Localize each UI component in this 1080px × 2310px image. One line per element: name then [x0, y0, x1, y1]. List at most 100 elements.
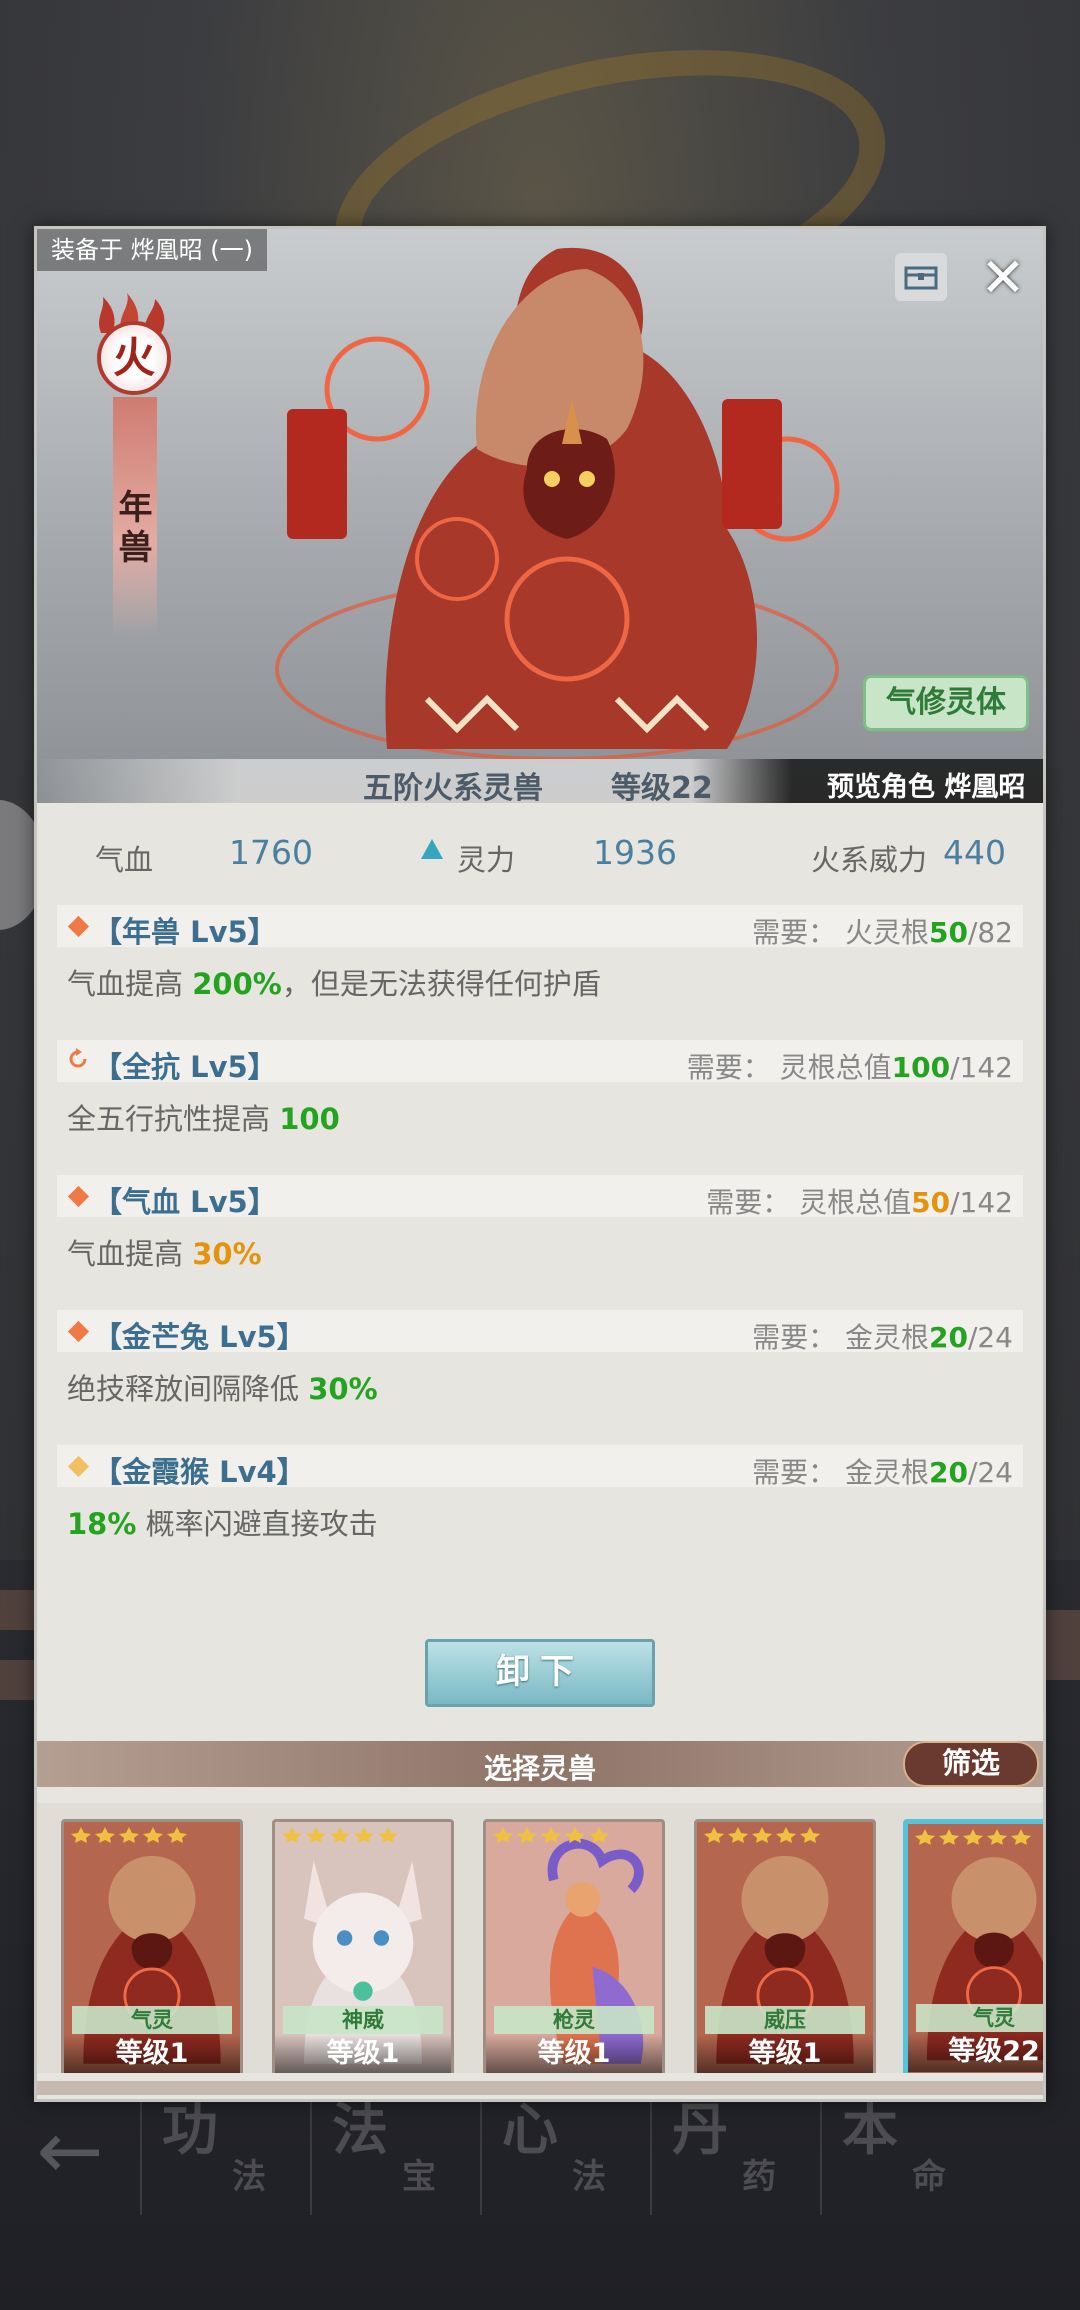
star-icon	[915, 1829, 935, 1845]
beast-card-selected[interactable]: 气灵 等级22	[903, 1819, 1043, 2073]
requirement-current: 20	[928, 1321, 968, 1354]
card-level: 等级1	[486, 2034, 662, 2073]
star-icon	[541, 1827, 561, 1843]
close-icon: ✕	[980, 245, 1026, 309]
skill-description: 气血提高 30%	[57, 1231, 1023, 1273]
card-type: 枪灵	[494, 2006, 654, 2034]
nav-tab: 功法	[140, 2085, 310, 2215]
hp-value: 1760	[229, 833, 313, 872]
skill-description: 全五行抗性提高 100	[57, 1096, 1023, 1138]
skill-entry: 【气血 Lv5】 需要： 灵根总值50/142 气血提高 30%	[57, 1175, 1023, 1273]
requirement-label: 需要： 灵根总值	[706, 1186, 912, 1219]
desc-value: 30%	[192, 1237, 262, 1271]
beast-card-list[interactable]: 气灵 等级1 神威 等级1 枪灵 等级1 威压 等级1 气灵 等级22	[37, 1803, 1043, 2073]
beast-rank: 五阶火系灵兽	[363, 771, 543, 803]
star-icon	[728, 1827, 748, 1843]
beast-card[interactable]: 枪灵 等级1	[483, 1819, 665, 2073]
desc-text: 气血提高	[67, 1237, 193, 1271]
card-level: 等级1	[275, 2034, 451, 2073]
star-icon	[71, 1827, 91, 1843]
requirement-label: 需要： 金灵根	[752, 1456, 929, 1489]
skill-name: 【全抗 Lv5】	[93, 1050, 277, 1084]
skill-description: 绝技释放间隔降低 30%	[57, 1366, 1023, 1408]
card-type: 神威	[283, 2006, 443, 2034]
card-type: 威压	[705, 2006, 865, 2034]
nav-tab: 本命	[820, 2085, 990, 2215]
skill-header: 【金霞猴 Lv4】 需要： 金灵根20/24	[57, 1445, 1023, 1489]
card-level: 等级22	[908, 2032, 1043, 2072]
refresh-icon	[69, 1048, 87, 1068]
card-stars	[914, 1828, 1032, 1848]
nav-tab: 法宝	[310, 2085, 480, 2215]
filter-button[interactable]: 筛选	[903, 1741, 1039, 1787]
skill-name: 【气血 Lv5】	[93, 1185, 277, 1219]
star-icon	[565, 1827, 585, 1843]
desc-value: 30%	[308, 1372, 378, 1406]
equipped-on-label: 装备于 烨凰昭 (一)	[37, 229, 267, 271]
star-icon	[987, 1829, 1007, 1845]
element-tag: 火 年兽	[77, 289, 189, 639]
select-beast-bar: 选择灵兽 筛选	[37, 1741, 1043, 1787]
element-badge: 火	[97, 321, 171, 395]
skill-description: 18% 概率闪避直接攻击	[57, 1501, 1023, 1543]
beast-info-bar: 五阶火系灵兽 等级22 预览角色 烨凰昭	[37, 759, 1043, 803]
nav-tab-small: 法	[232, 2157, 266, 2197]
card-type: 气灵	[916, 2004, 1043, 2032]
nav-tab-small: 药	[742, 2157, 776, 2197]
card-stars	[70, 1826, 188, 1846]
skill-entry: 【全抗 Lv5】 需要： 灵根总值100/142 全五行抗性提高 100	[57, 1040, 1023, 1138]
requirement-total: /142	[950, 1051, 1013, 1084]
desc-text: ，但是无法获得任何护盾	[281, 967, 601, 1001]
star-icon	[354, 1827, 374, 1843]
star-icon	[95, 1827, 115, 1843]
diamond-icon	[67, 915, 90, 938]
star-icon	[776, 1827, 796, 1843]
star-icon	[517, 1827, 537, 1843]
skill-entry: 【金霞猴 Lv4】 需要： 金灵根20/24 18% 概率闪避直接攻击	[57, 1445, 1023, 1543]
stats-row: 气血 1760 灵力 1936 火系威力 440	[37, 813, 1043, 903]
star-icon	[119, 1827, 139, 1843]
star-icon	[330, 1827, 350, 1843]
card-stars	[703, 1826, 821, 1846]
skill-requirement: 需要： 火灵根50/82	[752, 911, 1013, 951]
beast-card[interactable]: 威压 等级1	[694, 1819, 876, 2073]
requirement-label: 需要： 灵根总值	[686, 1051, 892, 1084]
skill-name: 【金霞猴 Lv4】	[93, 1455, 306, 1489]
desc-text: 绝技释放间隔降低	[67, 1372, 309, 1406]
skill-header: 【金芒兔 Lv5】 需要： 金灵根20/24	[57, 1310, 1023, 1354]
panel-bottom-edge	[37, 2081, 1043, 2095]
desc-text: 全五行抗性提高	[67, 1102, 280, 1136]
beast-level: 等级22	[611, 771, 713, 803]
requirement-current: 20	[928, 1456, 968, 1489]
skill-requirement: 需要： 金灵根20/24	[752, 1451, 1013, 1491]
star-icon	[493, 1827, 513, 1843]
beast-card[interactable]: 气灵 等级1	[61, 1819, 243, 2073]
skill-requirement: 需要： 金灵根20/24	[752, 1316, 1013, 1356]
beast-card[interactable]: 神威 等级1	[272, 1819, 454, 2073]
star-icon	[752, 1827, 772, 1843]
star-icon	[282, 1827, 302, 1843]
card-level: 等级1	[697, 2034, 873, 2073]
requirement-total: /24	[967, 1321, 1013, 1354]
unequip-button[interactable]: 卸下	[425, 1639, 655, 1707]
skill-name: 【金芒兔 Lv5】	[93, 1320, 306, 1354]
chest-button[interactable]	[895, 253, 947, 301]
close-button[interactable]: ✕	[977, 246, 1029, 309]
fire-power-label: 火系威力	[811, 843, 928, 877]
beast-detail-panel: 装备于 烨凰昭 (一) ✕ 火 年兽 气修灵体 五阶火系灵兽 等级22 预览角色…	[34, 226, 1046, 2102]
requirement-current: 50	[911, 1186, 951, 1219]
star-icon	[378, 1827, 398, 1843]
diamond-icon	[67, 1185, 90, 1208]
fire-power-value: 440	[943, 833, 1006, 872]
card-type: 气灵	[72, 2006, 232, 2034]
nav-tab: 丹药	[650, 2085, 820, 2215]
nav-tab-small: 宝	[402, 2157, 436, 2197]
select-beast-title: 选择灵兽	[483, 1752, 596, 1785]
desc-value: 200%	[192, 967, 282, 1001]
beast-hero: 装备于 烨凰昭 (一) ✕ 火 年兽 气修灵体 五阶火系灵兽 等级22 预览角色…	[37, 229, 1043, 803]
star-icon	[963, 1829, 983, 1845]
requirement-label: 需要： 火灵根	[752, 916, 929, 949]
skill-header: 【气血 Lv5】 需要： 灵根总值50/142	[57, 1175, 1023, 1219]
back-arrow-icon: ←	[36, 2103, 104, 2197]
skill-entry: 【年兽 Lv5】 需要： 火灵根50/82 气血提高 200%，但是无法获得任何…	[57, 905, 1023, 1003]
